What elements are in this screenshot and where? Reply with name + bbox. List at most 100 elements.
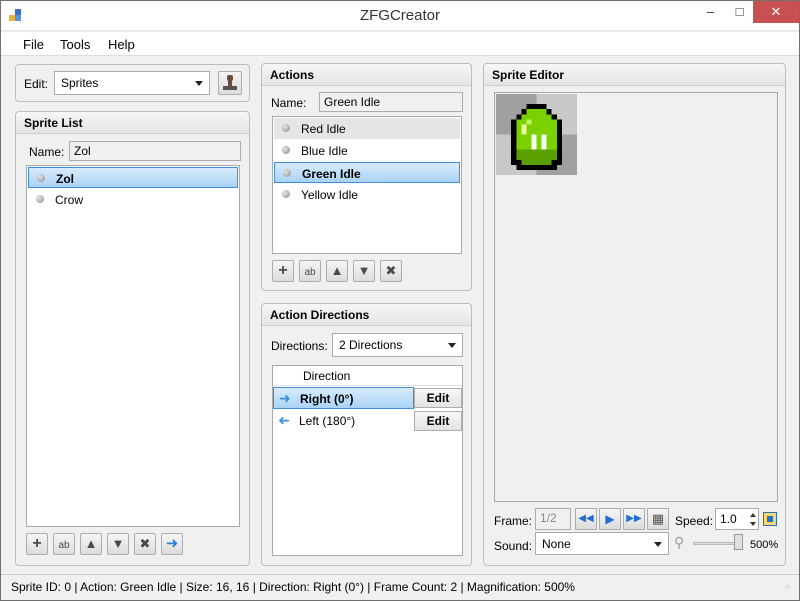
sprite-canvas[interactable] bbox=[494, 92, 778, 502]
bullet-icon bbox=[282, 190, 290, 198]
sprite-list-panel: Sprite List Name: Zol Zol Crow + ab ▲ ▼ … bbox=[15, 111, 250, 566]
previous-frame-button[interactable]: ◀◀ bbox=[575, 508, 597, 530]
grid-icon: ▦ bbox=[651, 511, 665, 526]
play-icon: ▶ bbox=[605, 512, 615, 526]
action-list-item-label: Red Idle bbox=[301, 122, 346, 136]
zoom-value: 500% bbox=[750, 539, 779, 551]
play-button[interactable]: ▶ bbox=[599, 508, 621, 530]
sprite-list-item-label: Zol bbox=[56, 172, 74, 186]
plus-icon: + bbox=[278, 262, 288, 279]
arrow-right-icon: ➜ bbox=[279, 390, 291, 406]
action-list-item-label: Blue Idle bbox=[301, 144, 348, 158]
zoom-slider-thumb[interactable] bbox=[734, 534, 743, 550]
directions-label: Directions: bbox=[271, 339, 328, 353]
move-up-sprite-button[interactable]: ▲ bbox=[80, 533, 102, 555]
delete-action-button[interactable]: ✖ bbox=[380, 260, 402, 282]
sprite-list-item[interactable]: Crow bbox=[28, 189, 238, 210]
action-list-item-label: Green Idle bbox=[302, 167, 361, 181]
edit-direction-button[interactable]: Edit bbox=[414, 388, 462, 408]
sprite-editor-panel: Sprite Editor Frame: 1/2 ◀◀ ▶ ▶▶ ▦ Speed… bbox=[483, 63, 786, 566]
add-action-button[interactable]: + bbox=[272, 260, 294, 282]
edit-label: Edit: bbox=[24, 77, 49, 91]
arrow-left-icon: ➜ bbox=[278, 412, 290, 428]
close-button[interactable]: ✕ bbox=[753, 1, 799, 23]
sprite-list-item-label: Crow bbox=[55, 193, 84, 207]
arrow-up-icon: ▲ bbox=[84, 536, 98, 551]
speed-value: 1.0 bbox=[720, 512, 737, 526]
bullet-icon bbox=[282, 146, 290, 154]
directions-value: 2 Directions bbox=[339, 338, 403, 352]
move-down-sprite-button[interactable]: ▼ bbox=[107, 533, 129, 555]
sound-select[interactable]: None bbox=[535, 532, 669, 555]
stamp-button[interactable] bbox=[218, 71, 242, 95]
action-name-field[interactable]: Green Idle bbox=[319, 92, 463, 112]
sprite-list-title: Sprite List bbox=[16, 112, 249, 134]
direction-row[interactable]: ➜ Left (180°) bbox=[273, 410, 414, 432]
sprite-list-item[interactable]: Zol bbox=[28, 167, 238, 188]
edit-type-select[interactable]: Sprites bbox=[54, 71, 210, 95]
delete-sprite-button[interactable]: ✖ bbox=[134, 533, 156, 555]
lock-icon bbox=[767, 516, 773, 522]
rewind-icon: ◀◀ bbox=[578, 513, 594, 524]
minimize-button[interactable]: – bbox=[696, 1, 725, 23]
move-up-action-button[interactable]: ▲ bbox=[326, 260, 348, 282]
action-name-label: Name: bbox=[271, 96, 307, 110]
app-window: ZFGCreator – □ ✕ File Tools Help Edit: S… bbox=[0, 0, 800, 601]
chevron-down-icon[interactable] bbox=[750, 522, 756, 526]
grid-toggle-button[interactable]: ▦ bbox=[647, 508, 669, 530]
sprite-name-field[interactable]: Zol bbox=[69, 141, 241, 161]
bullet-icon bbox=[283, 169, 291, 177]
bullet-icon bbox=[37, 174, 45, 182]
sprite-editor-title: Sprite Editor bbox=[484, 64, 785, 86]
action-list-item-label: Yellow Idle bbox=[301, 188, 358, 202]
delete-icon: ✖ bbox=[385, 263, 397, 278]
resize-grip-icon[interactable]: ⁘ bbox=[783, 582, 791, 593]
action-list-item[interactable]: Green Idle bbox=[274, 162, 460, 183]
chevron-down-icon bbox=[195, 81, 203, 86]
speed-stepper[interactable]: 1.0 bbox=[715, 508, 759, 530]
sound-value: None bbox=[542, 537, 571, 551]
direction-row[interactable]: ➜ Right (0°) bbox=[273, 387, 414, 409]
action-directions-title: Action Directions bbox=[262, 304, 471, 326]
menu-help[interactable]: Help bbox=[108, 37, 135, 52]
action-list-item[interactable]: Red Idle bbox=[274, 118, 460, 139]
stamp-icon bbox=[223, 75, 237, 90]
action-directions-panel: Action Directions Directions: 2 Directio… bbox=[261, 303, 472, 566]
action-list-item[interactable]: Blue Idle bbox=[274, 140, 460, 161]
frame-field[interactable]: 1/2 bbox=[535, 508, 571, 530]
rename-sprite-button[interactable]: ab bbox=[53, 533, 75, 555]
window-title: ZFGCreator bbox=[359, 7, 440, 24]
rename-icon: ab bbox=[304, 267, 316, 278]
arrow-up-icon: ▲ bbox=[330, 263, 344, 278]
speed-label: Speed: bbox=[675, 514, 714, 528]
menu-bar: File Tools Help bbox=[1, 32, 799, 56]
actions-title: Actions bbox=[262, 64, 471, 86]
arrow-down-icon: ▼ bbox=[111, 536, 125, 551]
export-sprite-button[interactable]: ➜ bbox=[161, 533, 183, 555]
maximize-button[interactable]: □ bbox=[725, 1, 754, 23]
direction-row-label: Left (180°) bbox=[299, 414, 356, 428]
rename-action-button[interactable]: ab bbox=[299, 260, 321, 282]
directions-grid: Direction ➜ Right (0°) Edit ➜ Left (180°… bbox=[272, 365, 463, 556]
menu-file[interactable]: File bbox=[23, 37, 44, 52]
actions-panel: Actions Name: Green Idle Red Idle Blue I… bbox=[261, 63, 472, 291]
direction-column-header: Direction bbox=[273, 366, 462, 386]
directions-select[interactable]: 2 Directions bbox=[332, 333, 463, 357]
move-down-action-button[interactable]: ▼ bbox=[353, 260, 375, 282]
bullet-icon bbox=[282, 124, 290, 132]
chevron-up-icon[interactable] bbox=[750, 513, 756, 517]
actions-list: Red Idle Blue Idle Green Idle Yellow Idl… bbox=[272, 116, 462, 254]
action-list-item[interactable]: Yellow Idle bbox=[274, 184, 460, 205]
add-sprite-button[interactable]: + bbox=[26, 533, 48, 555]
edit-panel: Edit: Sprites bbox=[15, 64, 250, 102]
status-bar: Sprite ID: 0 | Action: Green Idle | Size… bbox=[1, 574, 799, 600]
lock-toggle[interactable] bbox=[763, 512, 777, 526]
fast-forward-icon: ▶▶ bbox=[626, 513, 642, 524]
menu-tools[interactable]: Tools bbox=[60, 37, 90, 52]
next-frame-button[interactable]: ▶▶ bbox=[623, 508, 645, 530]
edit-direction-button[interactable]: Edit bbox=[414, 411, 462, 431]
delete-icon: ✖ bbox=[139, 536, 151, 551]
rename-icon: ab bbox=[58, 540, 70, 551]
status-text: Sprite ID: 0 | Action: Green Idle | Size… bbox=[11, 580, 575, 594]
title-bar: ZFGCreator – □ ✕ bbox=[1, 1, 799, 31]
